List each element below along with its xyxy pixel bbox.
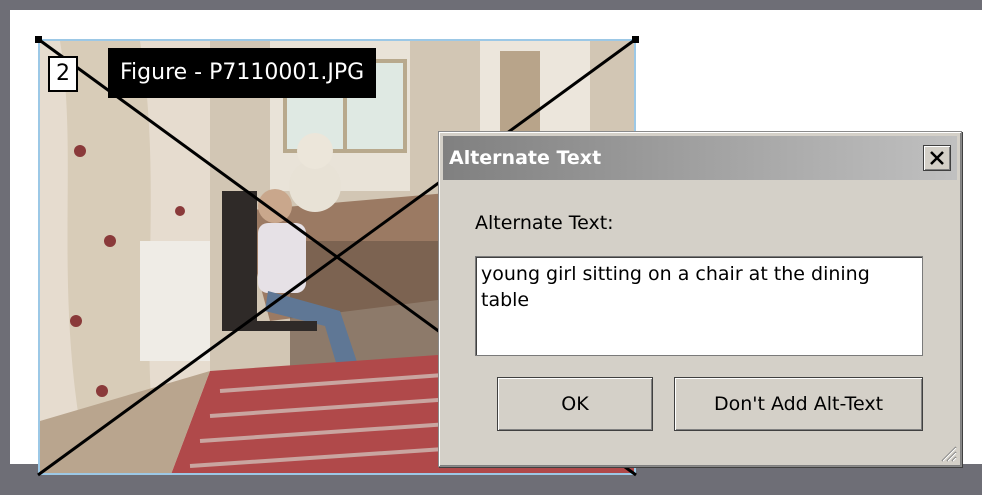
figure-title-label: Figure - P7110001.JPG	[108, 48, 377, 98]
ok-button[interactable]: OK	[497, 377, 653, 431]
dont-add-alt-text-button[interactable]: Don't Add Alt-Text	[674, 377, 923, 431]
close-icon	[930, 151, 944, 165]
resize-grip-icon[interactable]	[939, 444, 957, 462]
figure-number-badge: 2	[48, 56, 78, 92]
alternate-text-dialog: Alternate Text Alternate Text: young gir…	[438, 131, 962, 467]
dialog-title: Alternate Text	[449, 147, 602, 169]
close-button[interactable]	[923, 145, 951, 171]
dialog-titlebar[interactable]: Alternate Text	[443, 136, 957, 180]
alt-text-field-label: Alternate Text:	[475, 212, 614, 234]
alt-text-input[interactable]: young girl sitting on a chair at the din…	[475, 256, 923, 356]
